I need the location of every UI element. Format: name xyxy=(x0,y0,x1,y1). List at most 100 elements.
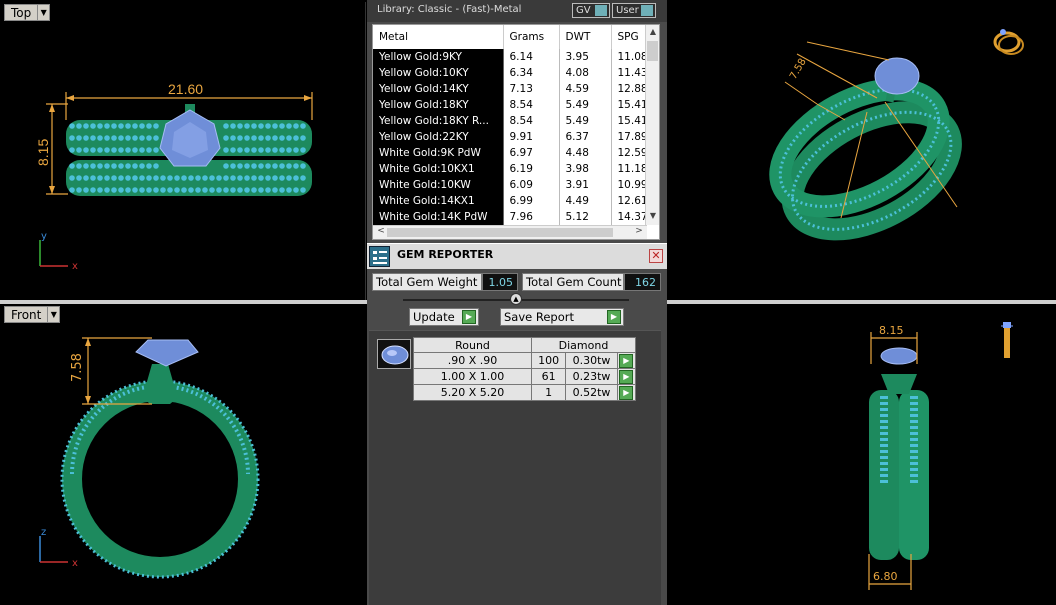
pave-bead xyxy=(272,123,278,129)
table-row[interactable]: Yellow Gold:22KY 9.91 6.37 17.89 xyxy=(373,129,649,145)
viewport-front-label[interactable]: Front ▼ xyxy=(4,306,61,323)
pave-bead xyxy=(146,187,152,193)
user-toggle-button[interactable]: User xyxy=(612,3,656,18)
cell-dwt: 5.49 xyxy=(559,97,612,113)
pave-bead xyxy=(125,187,131,193)
gem-size: 1.00 X 1.00 xyxy=(413,368,532,385)
pave-bead xyxy=(265,123,271,129)
column-header-dwt[interactable]: DWT xyxy=(559,25,612,49)
pave-bead xyxy=(139,175,145,181)
horizontal-scrollbar[interactable]: < > xyxy=(373,225,647,239)
scroll-down-icon[interactable]: ▼ xyxy=(646,211,659,223)
table-row[interactable]: Yellow Gold:10KY 6.34 4.08 11.43 xyxy=(373,65,649,81)
viewport-perspective[interactable]: 7.58 xyxy=(667,2,1056,300)
pave-bead xyxy=(83,123,89,129)
cell-spg: 12.59 xyxy=(611,145,649,161)
pave-bead xyxy=(181,187,187,193)
pave-bead xyxy=(300,163,306,169)
pave-bead xyxy=(300,175,306,181)
cell-grams: 6.19 xyxy=(503,161,560,177)
scroll-thumb[interactable] xyxy=(387,228,613,237)
pave-bead xyxy=(279,175,285,181)
pave-bead xyxy=(97,147,103,153)
scroll-right-icon[interactable]: > xyxy=(633,226,645,236)
gem-count: 1 xyxy=(530,384,567,401)
gem-table: Round Diamond .90 X .90 100 0.30tw ▶ 1.00 X … xyxy=(413,337,637,401)
cell-dwt: 3.95 xyxy=(559,49,612,65)
table-row[interactable]: Yellow Gold:14KY 7.13 4.59 12.88 xyxy=(373,81,649,97)
gem-select-button[interactable]: ▶ xyxy=(616,368,637,385)
scroll-thumb[interactable] xyxy=(647,41,658,61)
pave-bead xyxy=(139,147,145,153)
pave-bead xyxy=(139,135,145,141)
viewport-front[interactable]: 7.58 z x Front ▼ xyxy=(2,304,366,605)
pave-bead xyxy=(195,175,201,181)
gem-weight: 0.23tw xyxy=(565,368,618,385)
viewport-top-label[interactable]: Top ▼ xyxy=(4,4,51,21)
splitter-handle-icon[interactable]: ▲ xyxy=(510,293,522,305)
gem-count: 100 xyxy=(530,352,567,369)
metal-table-container[interactable]: Metal Grams DWT SPG Yellow Gold:9KY 6.14 3… xyxy=(372,24,660,240)
pave-bead xyxy=(69,147,75,153)
pave-bead xyxy=(286,147,292,153)
round-gem-thumbnail[interactable] xyxy=(377,339,411,369)
pave-bead xyxy=(279,147,285,153)
table-row[interactable]: Yellow Gold:18KY R... 8.54 5.49 15.41 xyxy=(373,113,649,129)
column-header-grams[interactable]: Grams xyxy=(503,25,560,49)
top-view-render: 21.60 8.15 y x xyxy=(35,81,313,272)
pave-bead xyxy=(223,163,229,169)
pave-bead xyxy=(153,187,159,193)
table-row[interactable]: White Gold:9K PdW 6.97 4.48 12.59 xyxy=(373,145,649,161)
table-row[interactable]: Yellow Gold:18KY 8.54 5.49 15.41 xyxy=(373,97,649,113)
close-icon[interactable]: ✕ xyxy=(649,249,663,263)
cell-dwt: 3.98 xyxy=(559,161,612,177)
gem-weight: 0.30tw xyxy=(565,352,618,369)
pave-bead xyxy=(230,163,236,169)
axis-x-label: x xyxy=(72,558,78,569)
cell-metal: White Gold:14KX1 xyxy=(373,193,504,209)
cell-spg: 17.89 xyxy=(611,129,649,145)
gem-row[interactable]: .90 X .90 100 0.30tw ▶ xyxy=(413,352,637,369)
cell-spg: 10.99 xyxy=(611,177,649,193)
pave-bead xyxy=(90,163,96,169)
scroll-left-icon[interactable]: < xyxy=(375,226,387,236)
chevron-down-icon[interactable]: ▼ xyxy=(37,5,49,20)
pave-bead xyxy=(76,175,82,181)
pave-bead xyxy=(97,187,103,193)
pave-bead xyxy=(251,175,257,181)
pave-bead xyxy=(76,163,82,169)
pave-bead xyxy=(97,123,103,129)
pave-bead xyxy=(125,163,131,169)
chevron-down-icon[interactable]: ▼ xyxy=(47,307,59,322)
pave-bead xyxy=(300,187,306,193)
table-row[interactable]: White Gold:14K PdW 7.96 5.12 14.37 xyxy=(373,209,649,225)
scroll-up-icon[interactable]: ▲ xyxy=(646,27,659,39)
table-row[interactable]: White Gold:10KX1 6.19 3.98 11.18 xyxy=(373,161,649,177)
pave-bead xyxy=(76,123,82,129)
gem-row[interactable]: 5.20 X 5.20 1 0.52tw ▶ xyxy=(413,384,637,401)
vertical-scrollbar[interactable]: ▲ ▼ xyxy=(645,25,659,225)
column-header-spg[interactable]: SPG xyxy=(611,25,649,49)
pave-bead xyxy=(272,163,278,169)
gem-row[interactable]: 1.00 X 1.00 61 0.23tw ▶ xyxy=(413,368,637,385)
table-row[interactable]: White Gold:14KX1 6.99 4.49 12.61 xyxy=(373,193,649,209)
cell-metal: Yellow Gold:10KY xyxy=(373,65,504,81)
pave-bead xyxy=(146,163,152,169)
update-button[interactable]: Update ▶ xyxy=(409,308,479,326)
gv-toggle-button[interactable]: GV xyxy=(572,3,610,18)
column-header-metal[interactable]: Metal xyxy=(373,25,504,49)
viewport-top[interactable]: 21.60 8.15 y x Top ▼ xyxy=(2,2,366,300)
pave-bead xyxy=(139,187,145,193)
pave-bead xyxy=(90,147,96,153)
pave-bead xyxy=(125,135,131,141)
viewport-right[interactable]: 8.15 6.80 xyxy=(667,304,1056,605)
table-row[interactable]: White Gold:10KW 6.09 3.91 10.99 xyxy=(373,177,649,193)
gem-select-button[interactable]: ▶ xyxy=(616,384,637,401)
gem-select-button[interactable]: ▶ xyxy=(616,352,637,369)
save-report-button[interactable]: Save Report ▶ xyxy=(500,308,624,326)
pave-bead xyxy=(132,175,138,181)
table-row[interactable]: Yellow Gold:9KY 6.14 3.95 11.08 xyxy=(373,49,649,65)
cell-dwt: 5.12 xyxy=(559,209,612,225)
pave-bead xyxy=(230,175,236,181)
pave-bead xyxy=(69,187,75,193)
